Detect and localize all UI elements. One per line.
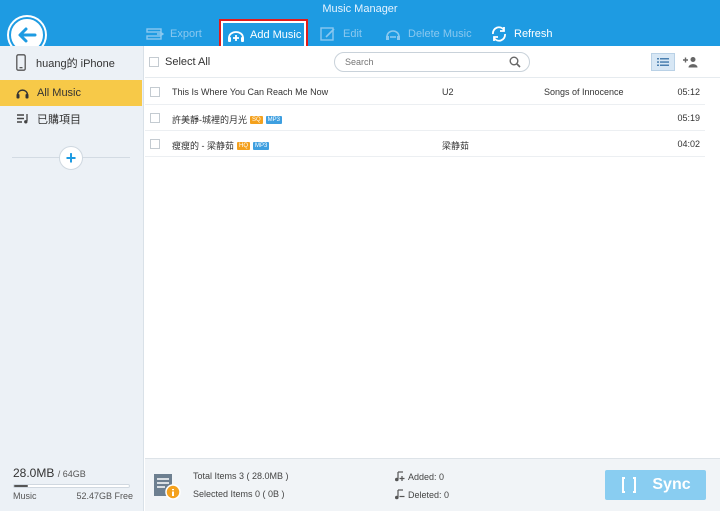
deleted-label: Deleted: 0 [408,489,450,500]
sync-icon [622,477,637,493]
row-checkbox[interactable] [150,139,160,149]
edit-label: Edit [343,28,362,40]
list-view-icon [657,58,669,66]
song-title: 瘦瘦的 - 梁静茹 HQ MP3 [172,139,270,152]
refresh-label: Refresh [514,28,553,40]
select-all[interactable]: Select All [149,56,210,68]
add-music-label: Add Music [250,29,302,41]
export-icon [146,28,164,40]
added-label: Added: 0 [408,471,445,482]
song-duration: 04:02 [677,139,700,149]
storage-total: / 64GB [57,469,86,479]
headphones-icon [16,89,29,99]
search-icon [509,56,521,68]
artist-view-icon [683,57,698,68]
table-row[interactable]: 瘦瘦的 - 梁静茹 HQ MP3 梁静茹 04:02 [145,131,705,157]
format-badge: MP3 [253,141,270,150]
sync-button[interactable]: Sync [605,470,706,500]
search-input[interactable] [345,57,505,67]
added-count: Added: 0 [394,471,444,482]
sidebar-item-all-music[interactable]: All Music [0,80,142,106]
song-duration: 05:12 [677,87,700,97]
sidebar: huang的 iPhone All Music 已購項目 + 28.0MB / … [0,46,144,511]
song-duration: 05:19 [677,113,700,123]
song-album: Songs of Innocence [544,87,624,97]
quality-badge: SQ [250,115,263,124]
total-items: Total Items 3 ( 28.0MB ) [193,471,289,481]
song-title: This Is Where You Can Reach Me Now [172,87,328,97]
edit-button[interactable]: Edit [319,22,362,46]
storage-category: Music [13,491,37,501]
song-title-text: 許美靜-城裡的月光 [172,115,247,125]
music-list-panel: Select All This Is Where You Can Reach M… [145,46,720,458]
device-item[interactable]: huang的 iPhone [0,46,144,79]
storage-free: 52.47GB Free [76,491,133,501]
select-all-label: Select All [165,56,211,68]
add-playlist-button[interactable]: + [59,146,83,170]
song-title: 許美靜-城裡的月光 SQ MP3 [172,113,283,126]
music-remove-icon [395,489,405,500]
quality-badge: HQ [237,141,250,150]
deleted-count: Deleted: 0 [394,489,449,500]
artist-view-button[interactable] [678,53,702,71]
storage-bar [13,484,130,488]
add-music-button[interactable]: Add Music [223,23,304,47]
phone-icon [16,54,26,71]
add-music-icon [228,31,244,42]
storage-used: 28.0MB [13,466,55,480]
storage-size: 28.0MB / 64GB [13,466,133,480]
purchased-list-icon [17,114,28,124]
device-name: huang的 iPhone [36,57,115,70]
song-title-text: 瘦瘦的 - 梁静茹 [172,141,234,151]
song-title-text: This Is Where You Can Reach Me Now [172,87,329,97]
table-row[interactable]: 許美靜-城裡的月光 SQ MP3 05:19 [145,105,705,131]
delete-music-label: Delete Music [408,28,472,40]
edit-icon [320,27,335,41]
selected-items: Selected Items 0 ( 0B ) [193,489,285,499]
list-view-button[interactable] [651,53,675,71]
delete-music-button[interactable]: Delete Music [384,22,472,46]
list-header: Select All [145,46,720,78]
row-checkbox[interactable] [150,113,160,123]
refresh-icon [492,26,506,42]
delete-music-icon [386,30,400,40]
refresh-button[interactable]: Refresh [490,22,553,46]
song-artist: 梁静茹 [442,141,470,151]
storage-bar-fill [14,485,28,487]
format-badge: MP3 [265,115,283,124]
status-bar: Total Items 3 ( 28.0MB ) Selected Items … [145,458,720,511]
music-add-icon [395,471,405,482]
top-toolbar: Music Manager Export Edit Delete Music R… [0,0,720,46]
sidebar-item-label: 已購項目 [37,114,81,126]
sidebar-item-purchased[interactable]: 已購項目 [0,106,142,132]
search-box[interactable] [334,52,530,72]
sidebar-item-label: All Music [37,87,82,99]
storage-info: 28.0MB / 64GB Music 52.47GB Free [13,466,133,501]
window-title: Music Manager [322,3,398,15]
export-button[interactable]: Export [146,22,202,46]
sync-label: Sync [652,476,691,493]
song-artist: U2 [442,87,454,97]
arrow-left-icon [18,27,37,43]
table-row[interactable]: This Is Where You Can Reach Me Now U2 So… [145,79,705,105]
info-document-icon [154,474,181,500]
export-label: Export [170,28,202,40]
plus-icon: + [65,148,77,168]
row-checkbox[interactable] [150,87,160,97]
select-all-checkbox[interactable] [149,57,159,67]
